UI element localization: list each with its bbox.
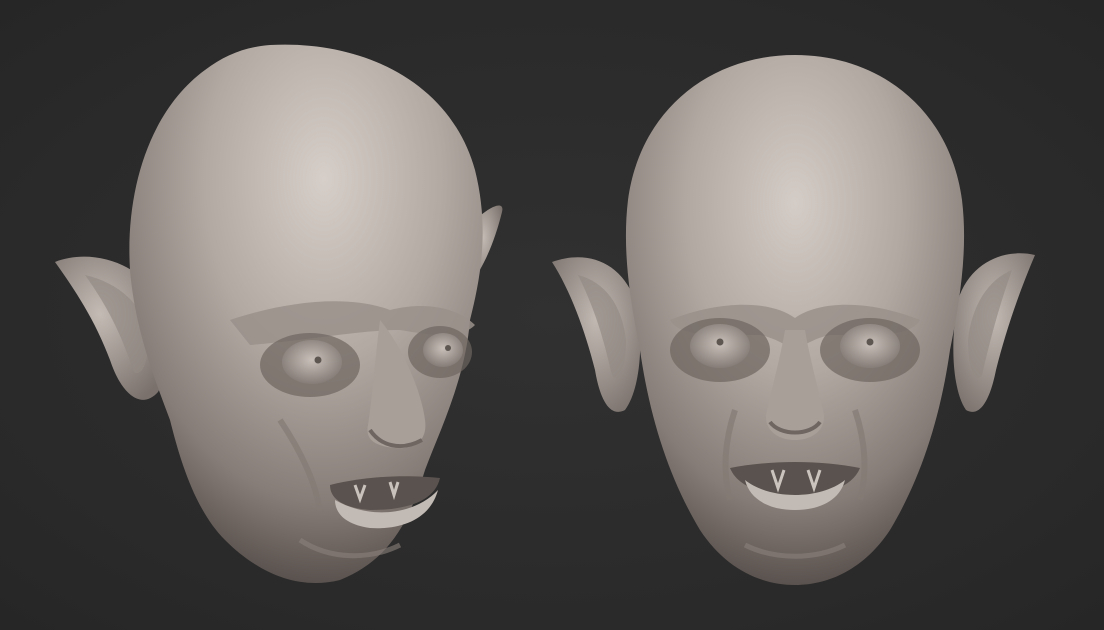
vampire-head-front-view[interactable] <box>530 0 1060 630</box>
right-eye <box>840 324 900 368</box>
left-ear <box>552 257 641 412</box>
right-ear <box>953 253 1035 412</box>
left-eye <box>690 324 750 368</box>
head-front-svg <box>552 55 1035 585</box>
right-eye <box>423 333 463 367</box>
head-three-quarter-svg <box>55 44 503 584</box>
sculpt-viewport[interactable] <box>0 0 1104 630</box>
vampire-head-three-quarter-view[interactable] <box>30 0 530 630</box>
left-eye <box>282 340 342 384</box>
